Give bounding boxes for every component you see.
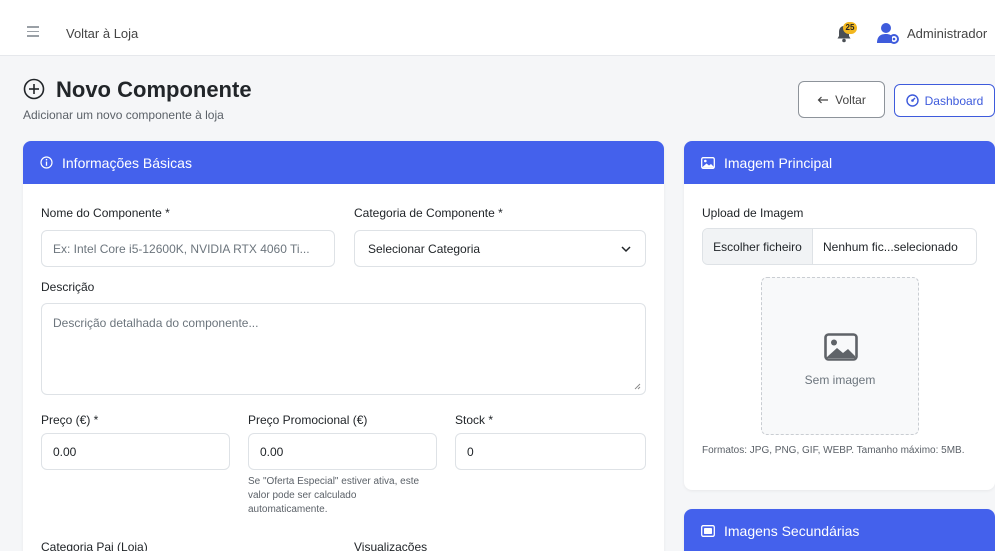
stock-label: Stock * [455, 413, 494, 427]
stock-input[interactable]: 0 [455, 433, 646, 470]
back-button[interactable]: Voltar [798, 81, 885, 118]
main-image-title: Imagem Principal [724, 154, 833, 171]
description-label: Descrição [41, 280, 95, 294]
user-name[interactable]: Administrador [907, 26, 987, 41]
formats-help: Formatos: JPG, PNG, GIF, WEBP. Tamanho m… [702, 445, 965, 456]
upload-label: Upload de Imagem [702, 206, 804, 220]
dashboard-button-label: Dashboard [924, 93, 984, 108]
promo-price-label: Preço Promocional (€) [248, 413, 368, 427]
price-input[interactable]: 0.00 [41, 433, 230, 470]
name-label: Nome do Componente * [41, 206, 170, 220]
page-subtitle: Adicionar um novo componente à loja [23, 108, 224, 122]
info-icon [40, 156, 53, 169]
choose-file-button[interactable]: Escolher ficheiro [703, 229, 813, 264]
price-label: Preço (€) * [41, 413, 99, 427]
file-name-text: Nenhum fic...selecionado [823, 239, 958, 254]
page-title: Novo Componente [56, 77, 252, 102]
main-image-card: Imagem Principal Upload de Imagem Escolh… [684, 141, 995, 490]
resize-handle-icon[interactable] [634, 383, 641, 390]
plus-circle-icon [23, 78, 45, 100]
image-icon [701, 156, 715, 169]
parent-category-label: Categoria Pai (Loja) [41, 540, 148, 551]
views-label: Visualizações [354, 540, 428, 551]
basic-info-card: Informações Básicas Nome do Componente *… [23, 141, 664, 551]
promo-price-help: Se "Oferta Especial" estiver ativa, este… [248, 476, 420, 515]
main-image-header: Imagem Principal [684, 141, 995, 184]
notification-badge: 25 [843, 22, 857, 34]
menu-icon[interactable] [27, 26, 39, 37]
top-navbar: Voltar à Loja 25 Administrador [0, 0, 995, 56]
basic-info-header: Informações Básicas [23, 141, 664, 184]
arrow-left-icon [817, 96, 829, 103]
basic-info-title: Informações Básicas [62, 154, 192, 171]
dashboard-button[interactable]: Dashboard [894, 84, 995, 117]
description-textarea[interactable]: Descrição detalhada do componente... [41, 303, 646, 395]
category-label: Categoria de Componente * [354, 206, 503, 220]
images-icon [701, 524, 715, 537]
category-select[interactable]: Selecionar Categoria [354, 230, 646, 267]
chevron-down-icon [621, 246, 631, 253]
image-placeholder-icon [824, 333, 858, 361]
user-gear-icon[interactable] [876, 22, 900, 44]
name-input[interactable]: Ex: Intel Core i5-12600K, NVIDIA RTX 406… [41, 230, 335, 267]
promo-price-input[interactable]: 0.00 [248, 433, 437, 470]
category-select-value: Selecionar Categoria [368, 241, 481, 256]
back-button-label: Voltar [835, 92, 866, 107]
description-placeholder: Descrição detalhada do componente... [53, 316, 259, 330]
secondary-images-title: Imagens Secundárias [724, 522, 860, 539]
no-image-text: Sem imagem [804, 373, 876, 387]
file-input[interactable]: Escolher ficheiro Nenhum fic...seleciona… [702, 228, 977, 265]
back-to-store-link[interactable]: Voltar à Loja [66, 26, 138, 41]
secondary-images-header: Imagens Secundárias [684, 509, 995, 551]
secondary-images-card: Imagens Secundárias [684, 509, 995, 551]
image-preview-box: Sem imagem [761, 277, 919, 435]
dashboard-icon [905, 94, 919, 107]
